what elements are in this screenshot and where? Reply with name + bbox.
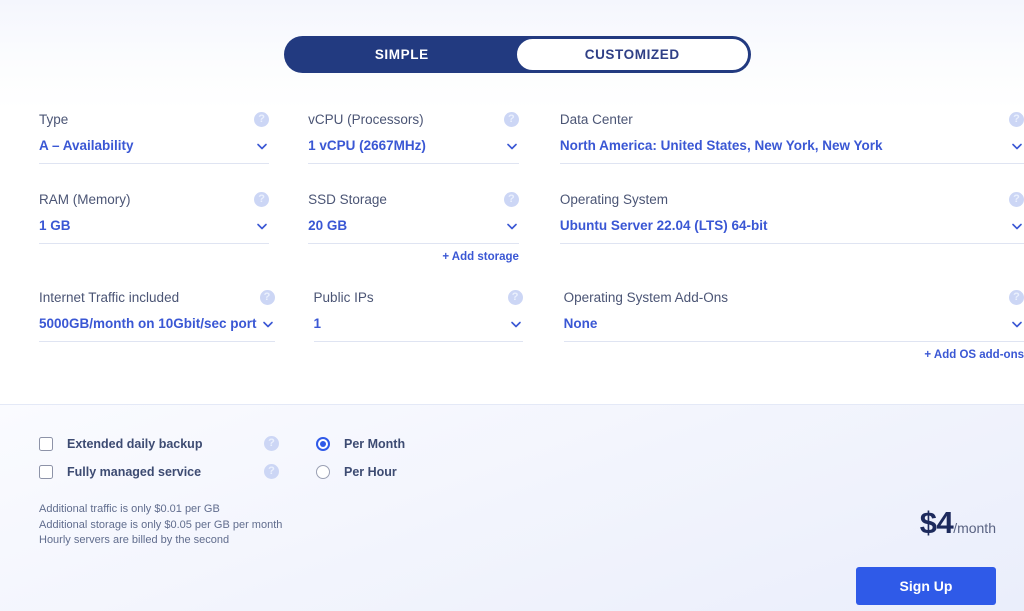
- addon-checkboxes: Extended daily backup ? Fully managed se…: [39, 430, 279, 486]
- field-ram-label: RAM (Memory): [39, 192, 269, 217]
- help-icon[interactable]: ?: [264, 464, 279, 479]
- radio-button[interactable]: [316, 465, 330, 479]
- form-row-1: Type ? A – Availability vCPU (Processors…: [0, 112, 1024, 164]
- radio-per-month[interactable]: Per Month: [316, 430, 476, 458]
- field-os-addons-value: None: [564, 315, 1006, 332]
- billing-period-radios: Per Month Per Hour: [316, 430, 476, 486]
- price-display: $4/month: [920, 505, 996, 541]
- checkbox-label: Fully managed service: [67, 465, 201, 479]
- radio-label: Per Hour: [344, 465, 397, 479]
- help-icon[interactable]: ?: [504, 192, 519, 207]
- add-storage-link[interactable]: + Add storage: [308, 244, 519, 263]
- field-os-label: Operating System: [560, 192, 1024, 217]
- checkbox-box[interactable]: [39, 465, 53, 479]
- checkbox-label: Extended daily backup: [67, 437, 202, 451]
- pricing-configurator-page: SIMPLE CUSTOMIZED Type ? A – Availabilit…: [0, 0, 1024, 611]
- field-os-value: Ubuntu Server 22.04 (LTS) 64-bit: [560, 217, 1006, 234]
- radio-button[interactable]: [316, 437, 330, 451]
- field-vcpu: vCPU (Processors) ? 1 vCPU (2667MHz): [308, 112, 519, 164]
- form-row-3: Internet Traffic included ? 5000GB/month…: [0, 290, 1024, 361]
- options-area: Extended daily backup ? Fully managed se…: [39, 430, 476, 486]
- chevron-down-icon: [509, 317, 523, 331]
- chevron-down-icon: [1010, 317, 1024, 331]
- field-public-ips: Public IPs ? 1: [314, 290, 523, 361]
- field-traffic-label: Internet Traffic included: [39, 290, 275, 315]
- field-public-ips-select[interactable]: 1: [314, 315, 523, 342]
- checkbox-fully-managed-service[interactable]: Fully managed service ?: [39, 458, 279, 486]
- add-os-addons-link[interactable]: + Add OS add-ons: [564, 342, 1024, 361]
- tab-simple[interactable]: SIMPLE: [287, 39, 517, 70]
- fineprint-line: Additional storage is only $0.05 per GB …: [39, 518, 282, 534]
- field-traffic: Internet Traffic included ? 5000GB/month…: [39, 290, 275, 361]
- field-public-ips-label: Public IPs: [314, 290, 523, 315]
- fineprint-line: Hourly servers are billed by the second: [39, 533, 282, 549]
- field-os-select[interactable]: Ubuntu Server 22.04 (LTS) 64-bit: [560, 217, 1024, 244]
- chevron-down-icon: [261, 317, 275, 331]
- radio-label: Per Month: [344, 437, 405, 451]
- field-vcpu-value: 1 vCPU (2667MHz): [308, 137, 501, 154]
- help-icon[interactable]: ?: [508, 290, 523, 305]
- field-ssd: SSD Storage ? 20 GB + Add storage: [308, 192, 519, 263]
- field-ssd-select[interactable]: 20 GB: [308, 217, 519, 244]
- fineprint-line: Additional traffic is only $0.01 per GB: [39, 502, 282, 518]
- field-type: Type ? A – Availability: [39, 112, 269, 164]
- price-amount: $4: [920, 505, 953, 540]
- field-datacenter: Data Center ? North America: United Stat…: [560, 112, 1024, 164]
- tab-customized[interactable]: CUSTOMIZED: [517, 39, 749, 70]
- field-type-select[interactable]: A – Availability: [39, 137, 269, 164]
- help-icon[interactable]: ?: [1009, 290, 1024, 305]
- field-public-ips-value: 1: [314, 315, 505, 332]
- field-type-label: Type: [39, 112, 269, 137]
- field-type-value: A – Availability: [39, 137, 251, 154]
- field-os: Operating System ? Ubuntu Server 22.04 (…: [560, 192, 1024, 263]
- help-icon[interactable]: ?: [260, 290, 275, 305]
- config-form: Type ? A – Availability vCPU (Processors…: [0, 112, 1024, 361]
- field-vcpu-select[interactable]: 1 vCPU (2667MHz): [308, 137, 519, 164]
- checkbox-box[interactable]: [39, 437, 53, 451]
- field-ssd-value: 20 GB: [308, 217, 501, 234]
- checkbox-extended-daily-backup[interactable]: Extended daily backup ?: [39, 430, 279, 458]
- help-icon[interactable]: ?: [264, 436, 279, 451]
- field-os-addons: Operating System Add-Ons ? None + Add OS…: [564, 290, 1024, 361]
- chevron-down-icon: [1010, 219, 1024, 233]
- price-period: /month: [953, 520, 996, 536]
- help-icon[interactable]: ?: [1009, 192, 1024, 207]
- field-ssd-label: SSD Storage: [308, 192, 519, 217]
- field-datacenter-label: Data Center: [560, 112, 1024, 137]
- help-icon[interactable]: ?: [1009, 112, 1024, 127]
- help-icon[interactable]: ?: [504, 112, 519, 127]
- form-row-2: RAM (Memory) ? 1 GB SSD Storage ? 20 GB …: [0, 192, 1024, 263]
- chevron-down-icon: [255, 139, 269, 153]
- field-datacenter-value: North America: United States, New York, …: [560, 137, 1006, 154]
- field-ram-value: 1 GB: [39, 217, 251, 234]
- chevron-down-icon: [255, 219, 269, 233]
- fineprint-notes: Additional traffic is only $0.01 per GB …: [39, 502, 282, 549]
- field-datacenter-select[interactable]: North America: United States, New York, …: [560, 137, 1024, 164]
- chevron-down-icon: [1010, 139, 1024, 153]
- field-ram: RAM (Memory) ? 1 GB: [39, 192, 269, 263]
- field-os-addons-label: Operating System Add-Ons: [564, 290, 1024, 315]
- field-vcpu-label: vCPU (Processors): [308, 112, 519, 137]
- plan-mode-toggle[interactable]: SIMPLE CUSTOMIZED: [284, 36, 751, 73]
- sign-up-button[interactable]: Sign Up: [856, 567, 996, 605]
- chevron-down-icon: [505, 139, 519, 153]
- field-traffic-value: 5000GB/month on 10Gbit/sec port: [39, 315, 257, 332]
- field-traffic-select[interactable]: 5000GB/month on 10Gbit/sec port: [39, 315, 275, 342]
- chevron-down-icon: [505, 219, 519, 233]
- field-ram-select[interactable]: 1 GB: [39, 217, 269, 244]
- field-os-addons-select[interactable]: None: [564, 315, 1024, 342]
- radio-per-hour[interactable]: Per Hour: [316, 458, 476, 486]
